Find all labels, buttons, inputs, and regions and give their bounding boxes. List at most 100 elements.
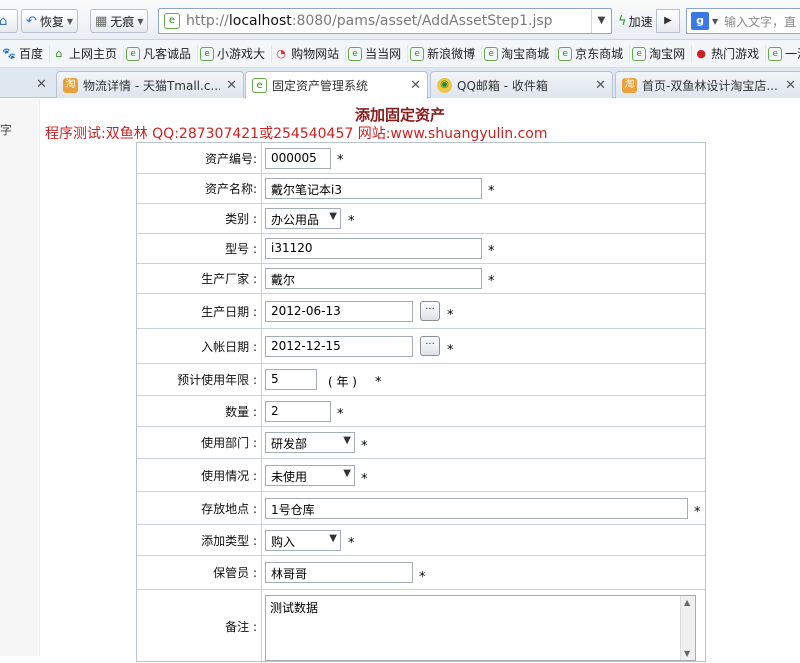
- lightning-icon: ϟ: [618, 13, 627, 29]
- restore-button[interactable]: ↶ 恢复 ▼: [21, 9, 79, 33]
- required-mark: *: [361, 439, 368, 454]
- browser-toolbar: ⌂ ↶ 恢复 ▼ ▦ 无痕 ▼ e http://localhost:8080/…: [0, 0, 800, 40]
- favorite-item[interactable]: ● 热门游戏: [692, 44, 767, 63]
- page-icon: e: [632, 46, 647, 61]
- favorite-item[interactable]: 🐾 百度: [0, 44, 51, 63]
- row-remark: 备注 : 测试数据 ▲ ▼: [137, 590, 705, 663]
- url-text[interactable]: http://localhost:8080/pams/asset/AddAsse…: [186, 13, 591, 29]
- speed-up-button[interactable]: ϟ 加速: [614, 9, 657, 33]
- model-input[interactable]: i31120: [265, 238, 482, 259]
- calendar-icon[interactable]: ···: [420, 301, 440, 321]
- usage-status-select[interactable]: 未使用 ▼: [265, 465, 355, 486]
- address-bar[interactable]: e http://localhost:8080/pams/asset/AddAs…: [158, 8, 612, 34]
- asset-name-input[interactable]: 戴尔笔记本i3: [265, 178, 482, 199]
- manufacturer-label: 生产厂家 :: [137, 264, 262, 293]
- qq-icon: ◉: [437, 77, 452, 93]
- tab-title: 物流详情 - 天猫Tmall.c...: [83, 78, 221, 93]
- department-value: 研发部: [271, 437, 308, 451]
- favorite-label: 京东商城: [575, 47, 624, 61]
- favorite-label: 小游戏大: [217, 47, 266, 61]
- url-scheme: http://: [186, 13, 229, 29]
- quantity-input[interactable]: 2: [265, 401, 331, 422]
- asset-no-input[interactable]: 000005: [265, 148, 331, 169]
- favorite-label: 百度: [19, 47, 44, 61]
- row-asset-name: 资产名称: 戴尔笔记本i3 *: [137, 174, 705, 204]
- row-quantity: 数量 : 2 *: [137, 396, 705, 427]
- manufacturer-input[interactable]: 戴尔: [265, 268, 482, 289]
- chevron-down-icon: ▼: [343, 435, 351, 446]
- incognito-button[interactable]: ▦ 无痕 ▼: [90, 9, 149, 33]
- account-date-input[interactable]: 2012-12-15: [265, 336, 413, 357]
- url-dropdown-icon[interactable]: ▼: [591, 9, 611, 33]
- close-tab-icon[interactable]: ✕: [410, 78, 421, 93]
- favorite-label: 新浪微博: [427, 47, 476, 61]
- required-mark: *: [348, 214, 355, 229]
- row-custodian: 保管员 : 林哥哥 *: [137, 556, 705, 590]
- add-asset-form: 资产编号: 000005 * 资产名称: 戴尔笔记本i3 * 类别 : 办公用品…: [136, 142, 706, 663]
- usage-status-label: 使用情况 :: [137, 459, 262, 491]
- category-label: 类别 :: [137, 204, 262, 233]
- favorite-item[interactable]: e 小游戏大: [198, 44, 273, 63]
- search-box[interactable]: g ▼ 输入文字，直: [686, 8, 800, 34]
- paw-icon: 🐾: [2, 46, 16, 60]
- url-path: :8080/pams/asset/AddAssetStep1.jsp: [291, 13, 553, 29]
- row-account-date: 入帐日期 : 2012-12-15 ··· *: [137, 329, 705, 364]
- remark-textarea[interactable]: 测试数据 ▲ ▼: [265, 595, 696, 661]
- tab-taobao-shop[interactable]: 淘 首页-双鱼林设计淘宝店... ✕: [615, 71, 800, 98]
- custodian-label: 保管员 :: [137, 556, 262, 589]
- url-host: localhost: [228, 13, 292, 29]
- production-date-input[interactable]: 2012-06-13: [265, 301, 413, 322]
- go-button[interactable]: ▶: [656, 9, 680, 33]
- favorite-item[interactable]: e一淘: [766, 45, 800, 63]
- favorite-label: 当当网: [365, 47, 402, 61]
- tab-tmall[interactable]: 淘 物流详情 - 天猫Tmall.c... ✕: [56, 71, 244, 98]
- tab-fixed-asset-system[interactable]: e 固定资产管理系统 ✕: [245, 71, 428, 99]
- location-input[interactable]: 1号仓库: [265, 498, 688, 519]
- row-asset-no: 资产编号: 000005 *: [137, 143, 705, 174]
- page-icon: e: [200, 46, 215, 61]
- close-tab-icon[interactable]: ✕: [785, 78, 796, 93]
- row-service-years: 预计使用年限 : 5 ( 年 ) *: [137, 364, 705, 396]
- home-button[interactable]: ⌂: [0, 9, 18, 33]
- tab-qq-mail[interactable]: ◉ QQ邮箱 - 收件箱 ✕: [430, 71, 613, 98]
- account-date-label: 入帐日期 :: [137, 329, 262, 363]
- asset-name-label: 资产名称:: [137, 174, 262, 203]
- department-select[interactable]: 研发部 ▼: [265, 432, 355, 453]
- service-years-unit: ( 年 ): [328, 375, 357, 389]
- favorite-label: 凡客诚品: [143, 47, 192, 61]
- required-mark: *: [694, 505, 701, 520]
- textarea-scrollbar[interactable]: ▲ ▼: [680, 596, 695, 660]
- favorite-item[interactable]: e 新浪微博: [408, 44, 483, 63]
- row-manufacturer: 生产厂家 : 戴尔 *: [137, 264, 705, 294]
- remark-value: 测试数据: [270, 601, 319, 615]
- scroll-down-icon[interactable]: ▼: [684, 649, 690, 658]
- required-mark: *: [488, 184, 495, 199]
- favorite-item[interactable]: ⌂ 上网主页: [50, 44, 125, 63]
- page-icon: e: [768, 46, 783, 61]
- service-years-label: 预计使用年限 :: [137, 364, 262, 395]
- favorite-item[interactable]: e 当当网: [346, 44, 409, 63]
- custodian-input[interactable]: 林哥哥: [265, 562, 413, 583]
- calendar-icon[interactable]: ···: [420, 336, 440, 356]
- favorite-item[interactable]: e 凡客诚品: [124, 44, 199, 63]
- speed-label: 加速: [628, 14, 653, 29]
- close-tab-icon[interactable]: ✕: [36, 77, 47, 92]
- favorite-item[interactable]: e 淘宝网: [630, 44, 693, 63]
- incognito-icon: ▦: [95, 13, 108, 29]
- close-tab-icon[interactable]: ✕: [595, 78, 606, 93]
- favorite-item[interactable]: e 淘宝商城: [482, 44, 557, 63]
- page-icon: e: [348, 46, 363, 61]
- service-years-input[interactable]: 5: [265, 369, 317, 390]
- chevron-down-icon[interactable]: ▼: [712, 17, 718, 26]
- favorite-item[interactable]: e 京东商城: [556, 44, 631, 63]
- category-select[interactable]: 办公用品 ▼: [265, 208, 341, 229]
- add-type-select[interactable]: 购入 ▼: [265, 530, 341, 551]
- row-location: 存放地点 : 1号仓库 *: [137, 492, 705, 525]
- scroll-up-icon[interactable]: ▲: [684, 598, 690, 607]
- fire-icon: ●: [696, 46, 706, 60]
- favorite-item[interactable]: ◔ 购物网站: [272, 44, 347, 63]
- usage-status-value: 未使用: [271, 470, 308, 484]
- home-icon: ⌂: [55, 46, 63, 60]
- page-title: 添加固定资产: [354, 106, 445, 124]
- close-tab-icon[interactable]: ✕: [226, 78, 237, 93]
